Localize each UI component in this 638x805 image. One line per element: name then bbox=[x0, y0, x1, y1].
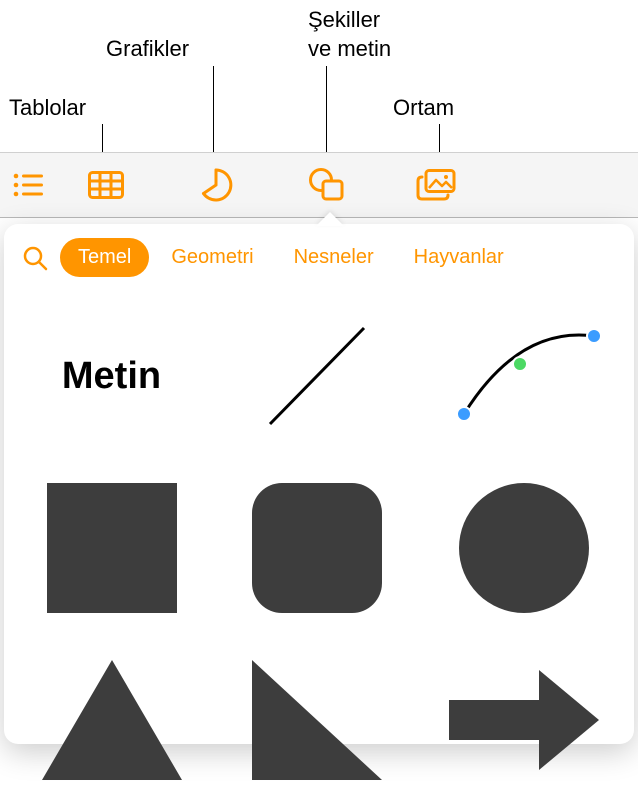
shape-right-triangle[interactable] bbox=[239, 655, 394, 785]
callout-line bbox=[326, 66, 327, 154]
shape-arrow[interactable] bbox=[444, 655, 604, 785]
shapes-icon[interactable] bbox=[306, 165, 346, 205]
popover-header: Temel Geometri Nesneler Hayvanlar bbox=[4, 224, 634, 291]
shape-curve[interactable] bbox=[444, 311, 604, 441]
chart-icon[interactable] bbox=[196, 165, 236, 205]
shape-text[interactable]: Metin bbox=[34, 311, 189, 441]
shape-circle[interactable] bbox=[444, 483, 604, 613]
popover-arrow bbox=[316, 212, 344, 226]
media-icon[interactable] bbox=[416, 165, 456, 205]
callout-grafikler: Grafikler bbox=[106, 36, 189, 62]
shape-triangle[interactable] bbox=[34, 655, 189, 785]
list-icon[interactable] bbox=[8, 165, 48, 205]
tab-temel[interactable]: Temel bbox=[60, 238, 149, 277]
tab-hayvanlar[interactable]: Hayvanlar bbox=[396, 238, 522, 277]
shapes-popover: Temel Geometri Nesneler Hayvanlar Metin bbox=[4, 224, 634, 744]
shape-square[interactable] bbox=[34, 483, 189, 613]
callout-sekiller-line2: ve metin bbox=[308, 36, 391, 62]
callout-line bbox=[102, 124, 103, 154]
callout-sekiller-line1: Şekiller bbox=[308, 7, 380, 33]
tab-geometri[interactable]: Geometri bbox=[153, 238, 271, 277]
category-tabs: Temel Geometri Nesneler Hayvanlar bbox=[60, 238, 622, 277]
toolbar bbox=[0, 152, 638, 218]
shapes-grid: Metin bbox=[4, 291, 634, 805]
callout-ortam: Ortam bbox=[393, 95, 454, 121]
tab-nesneler[interactable]: Nesneler bbox=[276, 238, 392, 277]
search-icon[interactable] bbox=[16, 239, 54, 277]
callout-line bbox=[213, 66, 214, 154]
callout-line bbox=[439, 124, 440, 154]
shape-text-label: Metin bbox=[62, 355, 161, 398]
shape-line[interactable] bbox=[239, 311, 394, 441]
callout-tablolar: Tablolar bbox=[9, 95, 86, 121]
shape-rounded-square[interactable] bbox=[239, 483, 394, 613]
table-icon[interactable] bbox=[86, 165, 126, 205]
